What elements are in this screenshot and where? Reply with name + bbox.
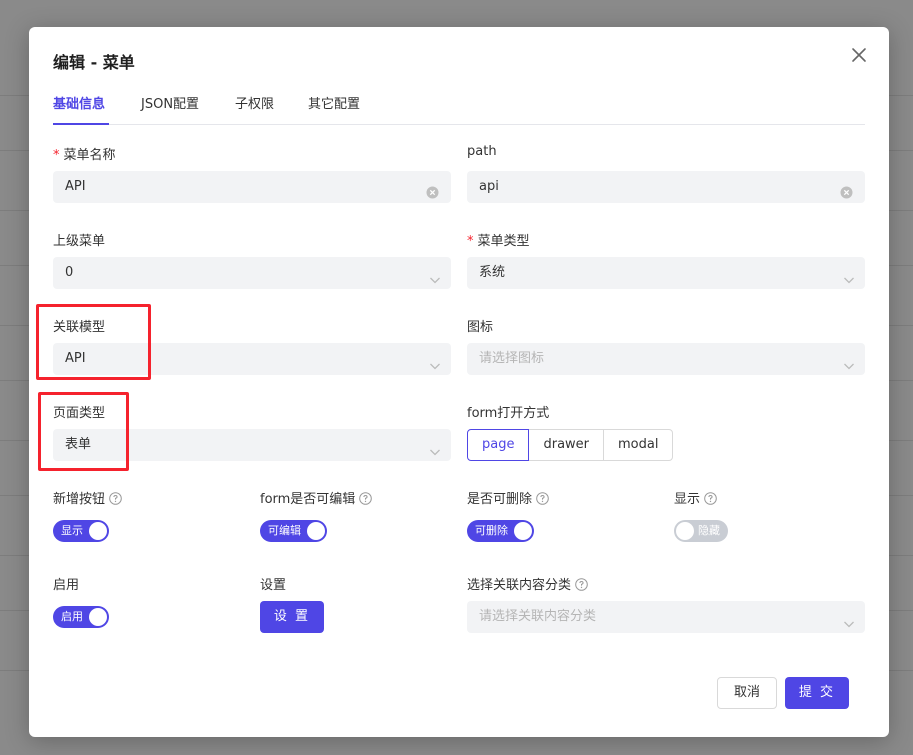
open-mode-modal[interactable]: modal — [603, 429, 674, 461]
tab-bar: 基础信息 JSON配置 子权限 其它配置 — [53, 89, 865, 125]
tab-sub-permissions[interactable]: 子权限 — [235, 93, 274, 112]
form-open-mode-segmented: page drawer modal — [467, 429, 674, 461]
chevron-down-icon — [429, 267, 441, 284]
icon-select[interactable]: 请选择图标 — [467, 343, 865, 375]
add-button-switch[interactable]: 显示 — [53, 520, 109, 542]
chevron-down-icon — [843, 353, 855, 370]
submit-button[interactable]: 提 交 — [785, 677, 849, 709]
content-category-placeholder: 请选择关联内容分类 — [479, 609, 597, 624]
path-value: api — [479, 179, 499, 194]
switch-text: 可删除 — [475, 524, 508, 537]
menu-type-select[interactable]: 系统 — [467, 257, 865, 289]
chevron-down-icon — [429, 353, 441, 370]
icon-placeholder: 请选择图标 — [479, 351, 545, 366]
switch-knob — [676, 522, 694, 540]
switch-knob — [514, 522, 532, 540]
cancel-button[interactable]: 取消 — [717, 677, 777, 709]
add-button-label: 新增按钮 — [53, 488, 122, 507]
chevron-down-icon — [429, 439, 441, 456]
open-mode-drawer[interactable]: drawer — [528, 429, 605, 461]
switch-text: 显示 — [61, 524, 83, 537]
parent-menu-label: 上级菜单 — [53, 234, 106, 249]
content-category-select[interactable]: 请选择关联内容分类 — [467, 601, 865, 633]
open-mode-page[interactable]: page — [467, 429, 530, 461]
display-switch[interactable]: 隐藏 — [674, 520, 728, 542]
chevron-down-icon — [843, 267, 855, 284]
deletable-switch[interactable]: 可删除 — [467, 520, 534, 542]
tab-basic-info[interactable]: 基础信息 — [53, 93, 105, 112]
switch-knob — [307, 522, 325, 540]
path-label: path — [467, 144, 497, 159]
help-icon[interactable] — [359, 492, 373, 505]
help-icon[interactable] — [109, 492, 122, 505]
clear-icon[interactable] — [840, 180, 853, 199]
content-category-label: 选择关联内容分类 — [467, 574, 588, 593]
parent-menu-value: 0 — [65, 265, 74, 280]
display-label: 显示 — [674, 488, 717, 507]
switch-text: 隐藏 — [698, 524, 720, 537]
tab-other-config[interactable]: 其它配置 — [308, 93, 360, 112]
form-editable-label: form是否可编辑 — [260, 488, 373, 507]
help-icon[interactable] — [704, 492, 717, 505]
edit-menu-modal: 编辑 - 菜单 基础信息 JSON配置 子权限 其它配置 * 菜单名称 API p… — [29, 27, 889, 737]
path-input[interactable]: api — [467, 171, 865, 203]
form-editable-switch[interactable]: 可编辑 — [260, 520, 327, 542]
chevron-down-icon — [843, 611, 855, 628]
menu-type-label: * 菜单类型 — [467, 234, 530, 249]
tab-active-indicator — [53, 123, 109, 125]
enabled-switch[interactable]: 启用 — [53, 606, 109, 628]
deletable-label: 是否可删除 — [467, 488, 549, 507]
enabled-label: 启用 — [53, 578, 80, 593]
required-mark: * — [467, 234, 474, 249]
form-open-mode-label: form打开方式 — [467, 406, 550, 421]
annotation-highlight-box — [38, 392, 129, 471]
help-icon[interactable] — [575, 578, 588, 591]
menu-type-value: 系统 — [479, 265, 506, 280]
clear-icon[interactable] — [426, 180, 439, 199]
switch-text: 启用 — [61, 610, 83, 623]
menu-name-label: * 菜单名称 — [53, 148, 116, 163]
settings-button[interactable]: 设 置 — [260, 601, 324, 633]
switch-knob — [89, 608, 107, 626]
tab-json-config[interactable]: JSON配置 — [141, 93, 199, 112]
parent-menu-select[interactable]: 0 — [53, 257, 451, 289]
close-icon[interactable] — [849, 45, 869, 65]
switch-text: 可编辑 — [268, 524, 301, 537]
menu-name-input[interactable]: API — [53, 171, 451, 203]
icon-label: 图标 — [467, 320, 494, 335]
required-mark: * — [53, 148, 60, 163]
settings-label: 设置 — [260, 578, 287, 593]
menu-name-value: API — [65, 179, 86, 194]
annotation-highlight-box — [36, 304, 151, 380]
switch-knob — [89, 522, 107, 540]
modal-title: 编辑 - 菜单 — [53, 53, 135, 72]
help-icon[interactable] — [536, 492, 549, 505]
